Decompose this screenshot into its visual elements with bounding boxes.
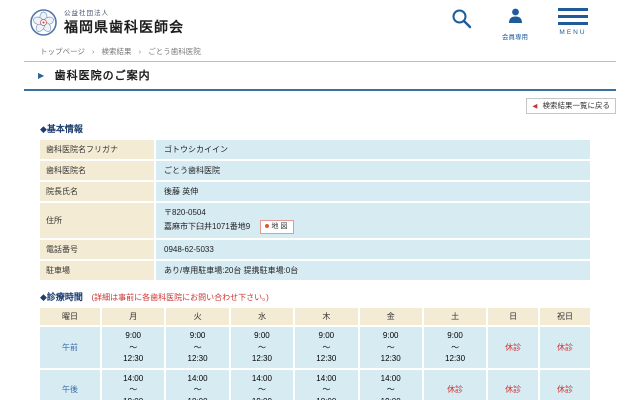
table-row: 電話番号 0948-62-5033 (40, 240, 590, 259)
column-header: 水 (231, 308, 293, 325)
row-value: 0948-62-5033 (156, 240, 590, 259)
hours-cell-closed: 休診 (540, 327, 590, 368)
row-label: 駐車場 (40, 261, 154, 280)
site-header: 公益社団法人 福岡県歯科医師会 会員専用 MENU (0, 0, 640, 44)
breadcrumb-search-results[interactable]: 検索結果 (102, 47, 132, 56)
org-name: 福岡県歯科医師会 (64, 17, 184, 37)
hours-table: 曜日 月 火 水 木 金 土 日 祝日 午前 9:00〜12:30 9:00〜1… (38, 306, 592, 400)
row-value: ごとう歯科医院 (156, 161, 590, 180)
breadcrumb-home[interactable]: トップページ (40, 47, 85, 56)
row-value: 後藤 英伸 (156, 182, 590, 201)
search-button[interactable] (451, 8, 472, 34)
back-to-results-button[interactable]: ◀ 検索結果一覧に戻る (526, 98, 616, 114)
map-pin-icon (265, 224, 269, 228)
column-header: 金 (360, 308, 422, 325)
row-value: あり/専用駐車場:20台 提携駐車場:0台 (156, 261, 590, 280)
street-address: 嘉麻市下臼井1071番地9 (164, 222, 250, 231)
column-header: 祝日 (540, 308, 590, 325)
hours-cell-closed: 休診 (424, 370, 486, 400)
row-value: ゴトウシカイイン (156, 140, 590, 159)
hours-cell: 14:00〜19:00 (231, 370, 293, 400)
row-label: 電話番号 (40, 240, 154, 259)
search-icon (451, 16, 472, 33)
map-button[interactable]: 地図 (260, 220, 294, 234)
hours-pm-row: 午後 14:00〜19:00 14:00〜18:00 14:00〜19:00 1… (40, 370, 590, 400)
breadcrumb-current: ごとう歯科医院 (148, 47, 201, 56)
column-header: 木 (295, 308, 357, 325)
column-header: 土 (424, 308, 486, 325)
title-arrow-icon: ▶ (38, 71, 44, 80)
breadcrumb: トップページ › 検索結果 › ごとう歯科医院 (40, 46, 640, 57)
row-label: 歯科医院名フリガナ (40, 140, 154, 159)
breadcrumb-separator: › (92, 47, 95, 56)
hours-cell: 14:00〜18:00 (166, 370, 228, 400)
table-row: 院長氏名 後藤 英伸 (40, 182, 590, 201)
row-label: 歯科医院名 (40, 161, 154, 180)
org-type-label: 公益社団法人 (64, 7, 184, 17)
hours-cell: 14:00〜19:00 (360, 370, 422, 400)
basic-info-heading: ◆基本情報 (40, 122, 640, 135)
hamburger-icon (558, 8, 588, 25)
page-title: 歯科医院のご案内 (55, 70, 151, 82)
back-to-results-label: 検索結果一覧に戻る (543, 101, 611, 110)
hours-cell: 9:00〜12:30 (360, 327, 422, 368)
person-icon (508, 11, 523, 28)
row-label: 住所 (40, 203, 154, 238)
org-logo-icon (30, 9, 57, 36)
hours-cell-closed: 休診 (540, 370, 590, 400)
table-row: 歯科医院名 ごとう歯科医院 (40, 161, 590, 180)
hours-cell-closed: 休診 (488, 370, 538, 400)
menu-label: MENU (558, 29, 588, 36)
member-button[interactable]: 会員専用 (502, 8, 528, 41)
map-button-label: 地図 (271, 223, 289, 230)
page-title-bar: ▶ 歯科医院のご案内 (24, 61, 616, 91)
hours-cell: 9:00〜12:30 (424, 327, 486, 368)
menu-button[interactable]: MENU (558, 8, 588, 36)
column-header: 月 (102, 308, 164, 325)
column-header: 日 (488, 308, 538, 325)
table-row: 駐車場 あり/専用駐車場:20台 提携駐車場:0台 (40, 261, 590, 280)
row-label: 午前 (40, 327, 100, 368)
hours-am-row: 午前 9:00〜12:30 9:00〜12:30 9:00〜12:30 9:00… (40, 327, 590, 368)
table-row: 歯科医院名フリガナ ゴトウシカイイン (40, 140, 590, 159)
hours-cell: 9:00〜12:30 (166, 327, 228, 368)
hours-cell: 14:00〜18:00 (295, 370, 357, 400)
column-header: 曜日 (40, 308, 100, 325)
member-label: 会員専用 (502, 31, 528, 41)
hours-heading: ◆診療時間 (40, 292, 83, 302)
row-label: 午後 (40, 370, 100, 400)
column-header: 火 (166, 308, 228, 325)
hours-cell: 14:00〜19:00 (102, 370, 164, 400)
basic-info-table: 歯科医院名フリガナ ゴトウシカイイン 歯科医院名 ごとう歯科医院 院長氏名 後藤… (38, 138, 592, 282)
hours-note: (詳細は事前に各歯科医院にお問い合わせ下さい。) (91, 293, 268, 302)
hours-cell: 9:00〜12:30 (102, 327, 164, 368)
hours-cell: 9:00〜12:30 (231, 327, 293, 368)
hours-cell-closed: 休診 (488, 327, 538, 368)
hours-header-row: 曜日 月 火 水 木 金 土 日 祝日 (40, 308, 590, 325)
row-label: 院長氏名 (40, 182, 154, 201)
back-arrow-icon: ◀ (532, 103, 537, 110)
postal-code: 〒820-0504 (164, 207, 582, 220)
hours-cell: 9:00〜12:30 (295, 327, 357, 368)
table-row-address: 住所 〒820-0504 嘉麻市下臼井1071番地9 地図 (40, 203, 590, 238)
breadcrumb-separator: › (139, 47, 142, 56)
